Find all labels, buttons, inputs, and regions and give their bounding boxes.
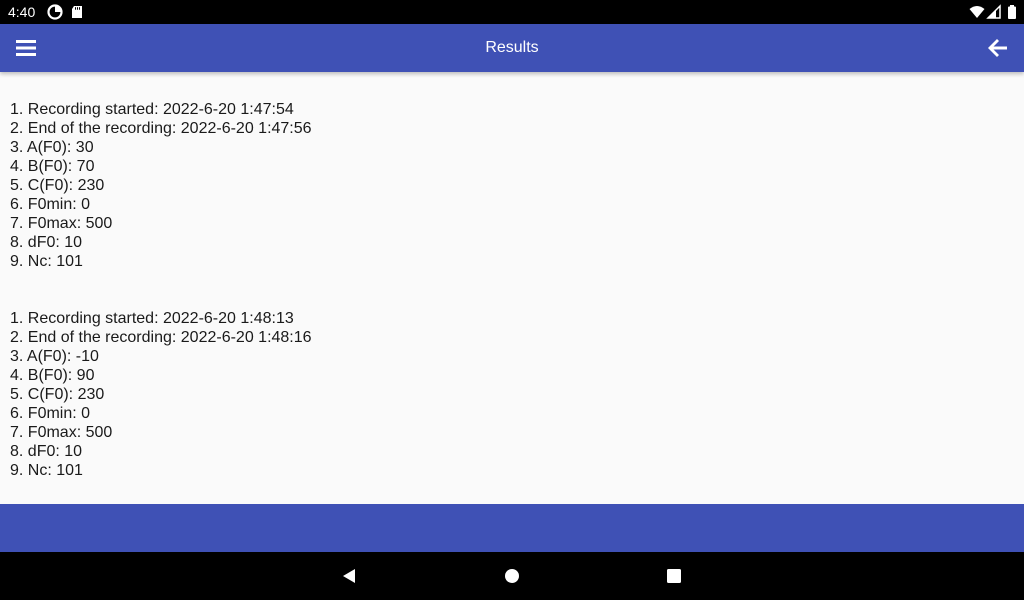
sd-card-icon — [72, 6, 82, 18]
status-time: 4:40 — [8, 4, 36, 20]
record-line: 8. dF0: 10 — [10, 443, 83, 460]
record-line: 1. Recording started: 2022-6-20 1:48:13 — [10, 310, 294, 327]
record-line: 6. F0min: 0 — [10, 196, 91, 213]
app-screen: 4:40 Results 1. Recording started: 2022-… — [0, 0, 1024, 600]
status-bar: 4:40 — [0, 0, 1024, 24]
back-triangle-icon — [343, 569, 355, 583]
hamburger-menu-icon — [16, 40, 36, 56]
back-button[interactable] — [974, 24, 1022, 72]
record-line: 3. A(F0): -10 — [10, 348, 99, 365]
record-line: 4. B(F0): 90 — [10, 367, 95, 384]
record-line: 9. Nc: 101 — [10, 462, 83, 479]
menu-button[interactable] — [2, 24, 50, 72]
record-line: 2. End of the recording: 2022-6-20 1:47:… — [10, 120, 312, 137]
bottom-bar — [0, 504, 1024, 552]
system-nav-bar — [0, 552, 1024, 600]
record-line: 5. C(F0): 230 — [10, 386, 105, 403]
record-line: 8. dF0: 10 — [10, 234, 83, 251]
nav-recents-button[interactable] — [658, 560, 690, 592]
data-saver-icon — [47, 4, 63, 20]
record-line: 7. F0max: 500 — [10, 215, 113, 232]
recents-square-icon — [667, 569, 681, 583]
battery-icon — [1008, 5, 1016, 19]
app-bar: Results — [0, 24, 1024, 72]
record-line: 2. End of the recording: 2022-6-20 1:48:… — [10, 329, 312, 346]
result-record-1: 1. Recording started: 2022-6-20 1:47:54 … — [10, 100, 312, 271]
results-content: 1. Recording started: 2022-6-20 1:47:54 … — [0, 72, 1024, 504]
record-line: 4. B(F0): 70 — [10, 158, 95, 175]
record-line: 9. Nc: 101 — [10, 253, 83, 270]
record-line: 5. C(F0): 230 — [10, 177, 105, 194]
signal-icon — [986, 4, 1001, 19]
home-circle-icon — [505, 569, 519, 583]
record-line: 6. F0min: 0 — [10, 405, 91, 422]
result-record-2: 1. Recording started: 2022-6-20 1:48:13 … — [10, 309, 312, 480]
record-line: 7. F0max: 500 — [10, 424, 113, 441]
nav-home-button[interactable] — [496, 560, 528, 592]
record-line: 1. Recording started: 2022-6-20 1:47:54 — [10, 101, 294, 118]
record-line: 3. A(F0): 30 — [10, 139, 94, 156]
wifi-icon — [969, 6, 985, 18]
page-title: Results — [485, 39, 539, 56]
nav-back-button[interactable] — [333, 560, 365, 592]
arrow-back-icon — [988, 39, 1007, 57]
